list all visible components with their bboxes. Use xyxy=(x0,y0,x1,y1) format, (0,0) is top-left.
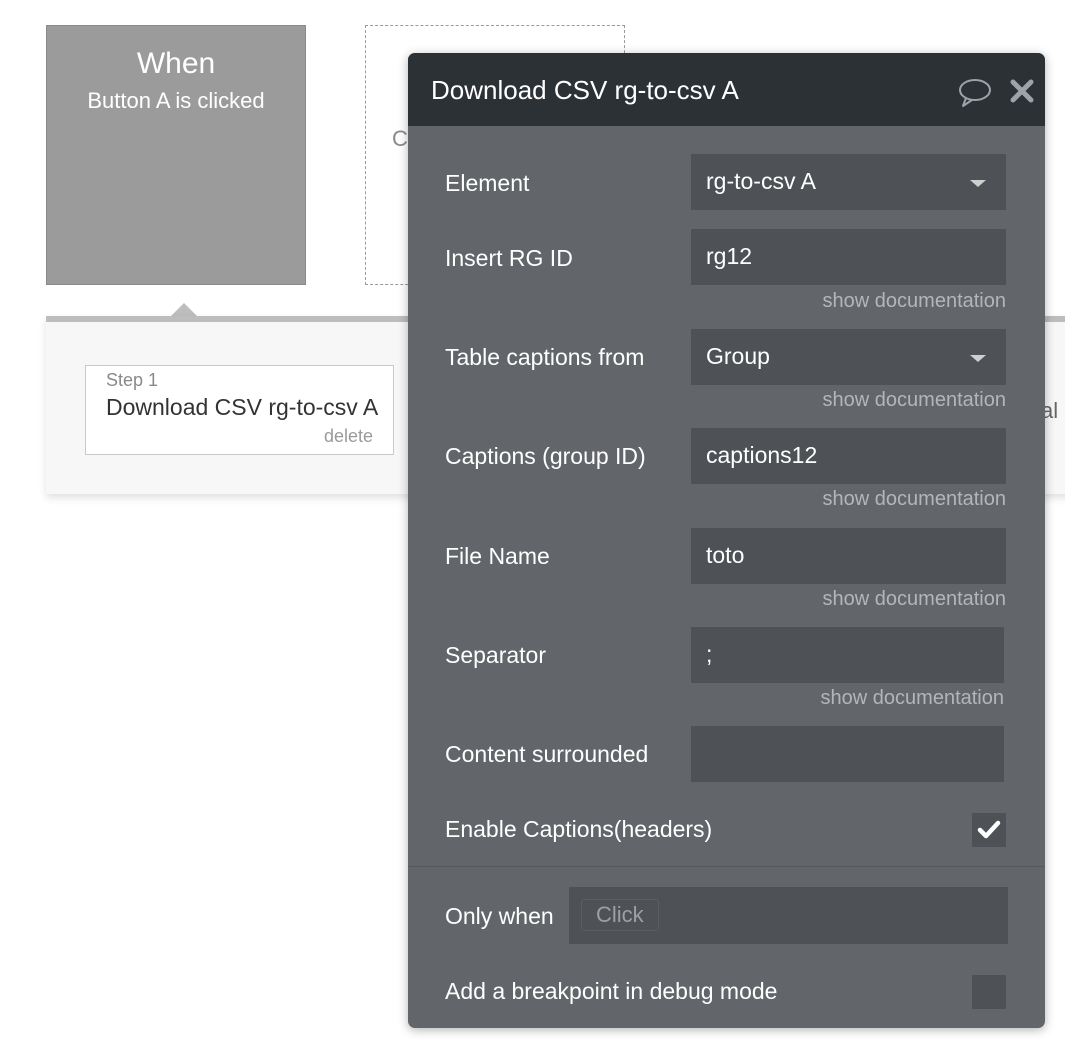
separator-label: Separator xyxy=(445,642,547,668)
trigger-event: Button A is clicked xyxy=(87,88,265,113)
breakpoint-checkbox[interactable] xyxy=(972,975,1006,1009)
captions-from-label: Table captions from xyxy=(445,344,645,370)
editor-header: Download CSV rg-to-csv A xyxy=(408,53,1045,126)
rg-id-doc-link[interactable]: show documentation xyxy=(802,290,1006,313)
captions-group-doc-link[interactable]: show documentation xyxy=(802,488,1006,511)
breakpoint-label: Add a breakpoint in debug mode xyxy=(445,978,778,1004)
step-delete-link[interactable]: delete xyxy=(324,426,373,447)
captions-from-doc-link[interactable]: show documentation xyxy=(802,389,1006,412)
content-surrounded-label: Content surrounded xyxy=(445,741,649,767)
only-when-placeholder[interactable]: Click xyxy=(581,899,659,931)
step-card[interactable]: Step 1 Download CSV rg-to-csv A delete xyxy=(85,365,394,455)
step-number: Step 1 xyxy=(106,370,159,390)
file-name-doc-link[interactable]: show documentation xyxy=(802,588,1006,611)
only-when-label: Only when xyxy=(445,903,554,929)
add-action-text: C xyxy=(392,126,408,151)
separator-value: ; xyxy=(706,641,713,667)
editor-divider xyxy=(408,866,1045,867)
selected-trigger-pointer xyxy=(171,303,197,316)
rg-id-input[interactable]: rg12 xyxy=(691,229,1006,285)
content-surrounded-input[interactable] xyxy=(691,726,1004,782)
file-name-input[interactable]: toto xyxy=(691,528,1006,584)
editor-title: Download CSV rg-to-csv A xyxy=(431,75,739,105)
chevron-down-icon xyxy=(970,355,986,362)
separator-input[interactable]: ; xyxy=(691,627,1004,683)
captions-group-value: captions12 xyxy=(706,442,818,468)
action-property-editor: Download CSV rg-to-csv A Element rg-to-c… xyxy=(408,53,1045,1028)
element-dropdown[interactable]: rg-to-csv A xyxy=(691,154,1006,210)
file-name-value: toto xyxy=(706,542,745,568)
step-name: Download CSV rg-to-csv A xyxy=(106,394,379,420)
captions-group-input[interactable]: captions12 xyxy=(691,428,1006,484)
close-icon[interactable] xyxy=(1008,77,1036,105)
enable-captions-label: Enable Captions(headers) xyxy=(445,816,713,842)
checkmark-icon xyxy=(977,820,1001,839)
captions-group-label: Captions (group ID) xyxy=(445,443,646,469)
trigger-title: When xyxy=(136,47,216,80)
captions-from-dropdown[interactable]: Group xyxy=(691,329,1006,385)
separator-doc-link[interactable]: show documentation xyxy=(800,687,1004,710)
element-value: rg-to-csv A xyxy=(706,168,816,194)
rg-id-value: rg12 xyxy=(706,243,753,269)
file-name-label: File Name xyxy=(445,543,550,569)
chevron-down-icon xyxy=(970,180,986,187)
element-label: Element xyxy=(445,170,530,196)
only-when-input[interactable]: Click xyxy=(569,887,1008,944)
trigger-card[interactable]: When Button A is clicked xyxy=(46,25,306,285)
rg-id-label: Insert RG ID xyxy=(445,245,573,271)
enable-captions-checkbox[interactable] xyxy=(972,813,1006,847)
captions-from-value: Group xyxy=(706,343,770,369)
comment-icon[interactable] xyxy=(957,77,993,109)
